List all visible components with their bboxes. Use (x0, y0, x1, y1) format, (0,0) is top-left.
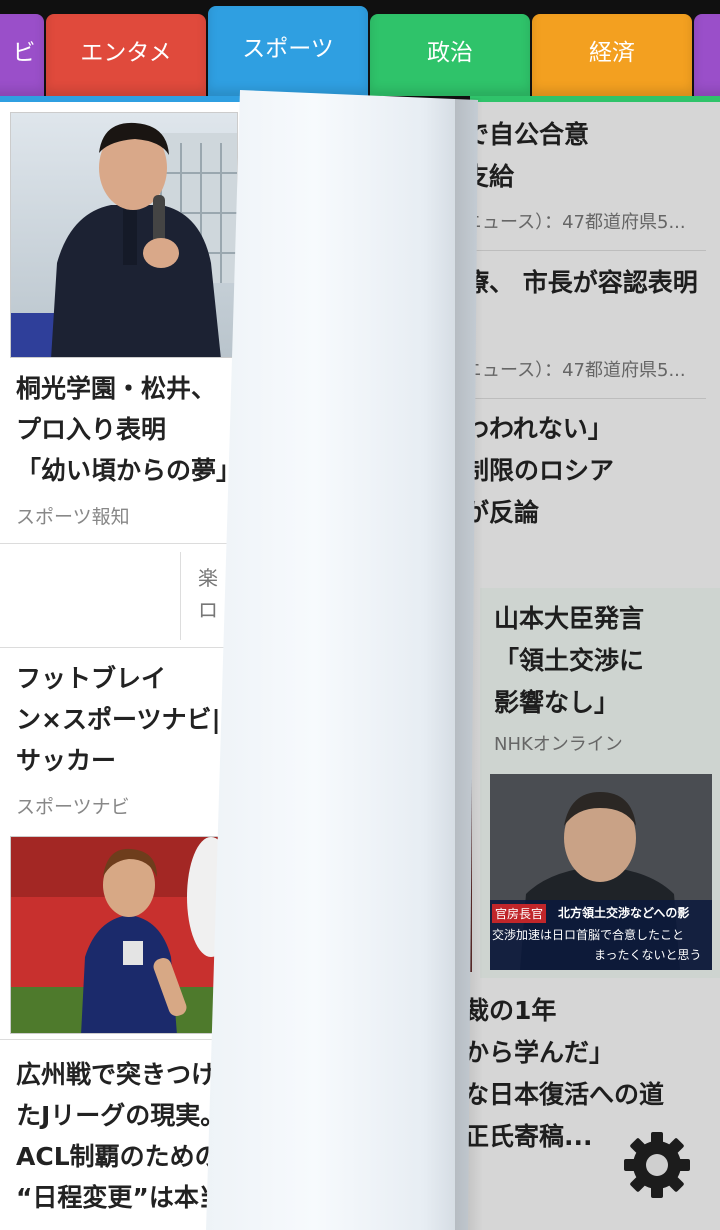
news-source: スポーツ報知 (16, 506, 130, 528)
news-source: スポーツナビ (16, 796, 130, 818)
headline-line: サッカー (16, 746, 117, 775)
news-headline: わわれない」 制限のロシア が反論 (464, 408, 614, 534)
headline-line: 桐光学園・松井、 (16, 374, 217, 403)
news-headline: 桐光学園・松井、 プロ入り表明 「幼い頃からの夢」 (16, 368, 240, 491)
sports-news-page: 桐光学園・松井、 プロ入り表明 「幼い頃からの夢」 スポーツ報知 楽 ロ フット… (0, 102, 240, 1230)
ad-text: 楽 (198, 566, 218, 590)
news-source: ニュース）：47都道府県5... (464, 360, 686, 381)
news-source: NHKオンライン (494, 734, 623, 755)
headline-line: 「領土交渉に (494, 646, 645, 675)
headline-line: “日程変更”は本当 (16, 1183, 224, 1212)
settings-button[interactable] (620, 1128, 694, 1202)
ad-row[interactable]: 楽 ロ (0, 544, 240, 648)
headline-line: ン×スポーツナビ| (16, 705, 221, 734)
tab-label: スポーツ (242, 36, 334, 62)
news-headline: 広州戦で突きつけ たJリーグの現実。 ACL制覇のための “日程変更”は本当 (16, 1054, 225, 1218)
tab-label: ビ (12, 40, 36, 66)
page-curl-shadow (455, 98, 483, 1230)
news-headline: 山本大臣発言 「領土交渉に 影響なし」 (494, 598, 644, 724)
news-card-matsui[interactable]: 桐光学園・松井、 プロ入り表明 「幼い頃からの夢」 スポーツ報知 (0, 102, 240, 544)
tab-entertainment[interactable]: エンタメ (46, 14, 206, 96)
ad-text: ロ (198, 598, 218, 622)
headline-line: が反論 (464, 498, 540, 527)
divider (460, 250, 706, 251)
tab-sports[interactable]: スポーツ (208, 6, 368, 96)
photo-caption: 北方領土交渉などへの影 (558, 906, 690, 920)
tab-label: 政治 (427, 40, 473, 66)
headline-line: 制限のロシア (464, 456, 615, 485)
category-tab-bar: ビ エンタメ スポーツ 政治 経済 (0, 0, 720, 100)
news-headline: 療、 市長が容認表明 (464, 268, 698, 297)
news-photo-soccer-player (10, 836, 238, 1034)
headline-line: 広州戦で突きつけ (16, 1060, 217, 1089)
headline-line: ACL制覇のための (16, 1142, 220, 1171)
page-turn-curl[interactable] (206, 90, 478, 1230)
news-item-4[interactable]: 山本大臣発言 「領土交渉に 影響なし」 NHKオンライン 官房長官 北方領土交渉… (480, 588, 720, 978)
news-headline: フットブレイ ン×スポーツナビ| サッカー (16, 658, 221, 781)
tab-label: 経済 (589, 40, 635, 66)
headline-line: な日本復活への道 (464, 1080, 665, 1109)
photo-caption: 交渉加速は日ロ首脳で合意したこと (492, 928, 685, 942)
ad-divider (180, 552, 181, 640)
news-photo-speaker (10, 112, 238, 358)
tab-politics[interactable]: 政治 (370, 14, 530, 96)
gear-icon (624, 1132, 690, 1198)
tab-economy[interactable]: 経済 (532, 14, 692, 96)
divider (460, 398, 706, 399)
news-card-football[interactable]: フットブレイ ン×スポーツナビ| サッカー スポーツナビ (0, 648, 240, 1040)
headline-line: フットブレイ (16, 664, 167, 693)
news-card-jleague[interactable]: 広州戦で突きつけ たJリーグの現実。 ACL制覇のための “日程変更”は本当 (0, 1040, 240, 1230)
headline-line: 影響なし」 (494, 688, 620, 717)
news-photo-press-conference: 官房長官 北方領土交渉などへの影 交渉加速は日ロ首脳で合意したこと まったくない… (490, 774, 712, 970)
headline-line: たJリーグの現実。 (16, 1101, 226, 1130)
headline-line: わわれない」 (464, 414, 613, 443)
photo-caption: まったくないと思う (594, 948, 702, 962)
news-source: ニュース）：47都道府県5... (464, 212, 686, 233)
headline-line: から学んだ」 (464, 1038, 615, 1067)
headline-line: 山本大臣発言 (494, 604, 645, 633)
headline-line: 「幼い頃からの夢」 (16, 456, 240, 485)
tab-label: エンタメ (80, 40, 172, 66)
photo-caption: 官房長官 (492, 904, 547, 923)
headline-line: 裁の1年 (464, 996, 557, 1025)
headline-line: プロ入り表明 (16, 415, 167, 444)
tab-partial-right[interactable] (694, 14, 720, 96)
tab-partial-left[interactable]: ビ (0, 14, 44, 96)
